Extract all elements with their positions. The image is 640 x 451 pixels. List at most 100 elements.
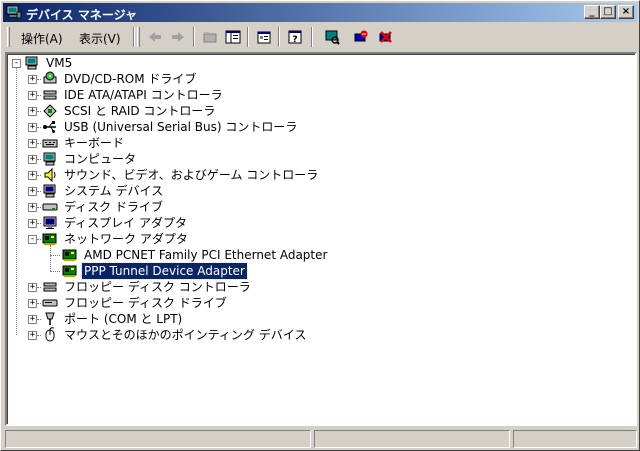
scan-hardware-button[interactable]: [321, 27, 343, 47]
tree-connector: [37, 79, 41, 80]
device-tree[interactable]: - VM5 + DVD/CD-ROM ドライブ + IDE ATA/ATAPI コントロー…: [5, 52, 637, 426]
tree-root-label[interactable]: VM5: [44, 55, 74, 71]
back-arrow-icon: [149, 32, 161, 42]
tree-item-label[interactable]: フロッピー ディスク ドライブ: [62, 295, 229, 311]
tree-item-label[interactable]: DVD/CD-ROM ドライブ: [62, 71, 198, 87]
computer-icon: [43, 152, 56, 166]
menu-action[interactable]: 操作(A): [21, 30, 63, 47]
maximize-button[interactable]: □: [600, 5, 616, 19]
properties-icon: [257, 31, 271, 44]
expand-toggle[interactable]: +: [28, 123, 37, 132]
expand-toggle[interactable]: +: [28, 155, 37, 164]
title-bar[interactable]: デバイス マネージャ _ □ ×: [3, 3, 637, 22]
tree-connector: [37, 159, 41, 160]
back-button[interactable]: [144, 27, 166, 47]
tree-item-label[interactable]: システム デバイス: [62, 183, 165, 199]
disk-drive-icon: [42, 203, 58, 211]
minimize-button[interactable]: _: [584, 5, 600, 19]
tree-item-label[interactable]: ディスプレイ アダプタ: [62, 215, 189, 231]
expand-toggle[interactable]: +: [28, 219, 37, 228]
tree-connector: [37, 143, 41, 144]
usb-icon: [43, 121, 56, 133]
expand-toggle[interactable]: +: [28, 187, 37, 196]
expand-toggle[interactable]: +: [28, 203, 37, 212]
tree-item-label[interactable]: SCSI と RAID コントローラ: [62, 103, 217, 119]
toolbar-separator: [311, 27, 313, 47]
tree-item-label[interactable]: キーボード: [62, 135, 126, 151]
tree-item-label[interactable]: IDE ATA/ATAPI コントローラ: [62, 87, 225, 103]
tree-item-label[interactable]: コンピュータ: [62, 151, 138, 167]
scsi-controller-icon: [43, 104, 57, 118]
toolbar-separator: [193, 27, 195, 47]
expand-toggle[interactable]: +: [28, 331, 37, 340]
device-item-label[interactable]: AMD PCNET Family PCI Ethernet Adapter: [82, 247, 329, 263]
root-collapse-toggle[interactable]: -: [12, 59, 21, 68]
tree-connector: [37, 223, 41, 224]
uninstall-device-button[interactable]: [375, 27, 397, 47]
disable-device-button[interactable]: [350, 27, 372, 47]
expand-toggle[interactable]: +: [28, 107, 37, 116]
expand-toggle[interactable]: +: [28, 315, 37, 324]
tree-item-label[interactable]: ポート (COM と LPT): [62, 311, 184, 327]
status-pane-main: [5, 430, 311, 448]
expand-toggle[interactable]: +: [28, 91, 37, 100]
port-icon: [45, 312, 55, 325]
collapse-toggle[interactable]: -: [28, 235, 37, 244]
mouse-icon: [45, 327, 55, 342]
keyboard-icon: [42, 139, 58, 148]
tree-connector: [50, 245, 51, 271]
tree-item-label[interactable]: USB (Universal Serial Bus) コントローラ: [62, 119, 299, 135]
up-folder-icon: [203, 32, 217, 43]
forward-arrow-icon: [172, 32, 184, 42]
disable-device-icon: [354, 30, 368, 42]
tree-connector: [37, 239, 41, 240]
tree-item-label[interactable]: フロッピー ディスク コントローラ: [62, 279, 253, 295]
expand-toggle[interactable]: +: [28, 139, 37, 148]
toolbar-separator: [278, 27, 280, 47]
ide-controller-icon: [43, 90, 57, 100]
uninstall-device-icon: [379, 31, 392, 43]
tree-item-label[interactable]: マウスとそのほかのポインティング デバイス: [62, 327, 308, 343]
tree-connector: [50, 271, 60, 272]
toolbar-separator: [247, 27, 249, 47]
toolbar-grip[interactable]: [7, 27, 10, 47]
cdrom-icon: [43, 71, 57, 84]
expand-toggle[interactable]: +: [28, 171, 37, 180]
device-manager-icon: [6, 5, 22, 19]
tree-connector: [37, 335, 41, 336]
computer-icon: [25, 56, 38, 70]
device-item-label[interactable]: PPP Tunnel Device Adapter: [81, 262, 248, 280]
toolbar-grip[interactable]: [137, 27, 140, 47]
system-device-icon: [43, 184, 56, 198]
tree-item-label[interactable]: サウンド、ビデオ、およびゲーム コントローラ: [62, 167, 320, 183]
tree-item-label[interactable]: ディスク ドライブ: [62, 199, 165, 215]
status-bar: [5, 430, 637, 448]
network-card-icon: [62, 265, 77, 277]
show-hide-tree-icon: [225, 30, 241, 44]
expand-toggle[interactable]: +: [28, 299, 37, 308]
floppy-drive-icon: [42, 299, 58, 307]
tree-connector: [37, 207, 41, 208]
show-hide-tree-button[interactable]: [222, 27, 244, 47]
expand-toggle[interactable]: +: [28, 75, 37, 84]
tree-item-label[interactable]: ネットワーク アダプタ: [62, 231, 190, 247]
tree-connector: [37, 127, 41, 128]
help-button[interactable]: ?: [284, 27, 306, 47]
tree-connector: [16, 68, 17, 335]
display-adapter-icon: [43, 216, 57, 229]
tree-connector: [37, 287, 41, 288]
network-card-icon: [62, 249, 77, 261]
tree-connector: [50, 255, 60, 256]
sound-icon: [44, 167, 56, 183]
tree-connector: [37, 191, 41, 192]
menu-view[interactable]: 表示(V): [79, 30, 121, 47]
properties-button[interactable]: [253, 27, 275, 47]
toolbar: 操作(A) 表示(V) ?: [3, 24, 637, 50]
up-button[interactable]: [199, 27, 221, 47]
expand-toggle[interactable]: +: [28, 283, 37, 292]
tree-connector: [37, 175, 41, 176]
close-button[interactable]: ×: [618, 5, 634, 19]
window-title: デバイス マネージャ: [26, 8, 137, 22]
device-manager-window: デバイス マネージャ _ □ × 操作(A) 表示(V) ? - VM5 + D…: [0, 0, 640, 451]
forward-button[interactable]: [167, 27, 189, 47]
